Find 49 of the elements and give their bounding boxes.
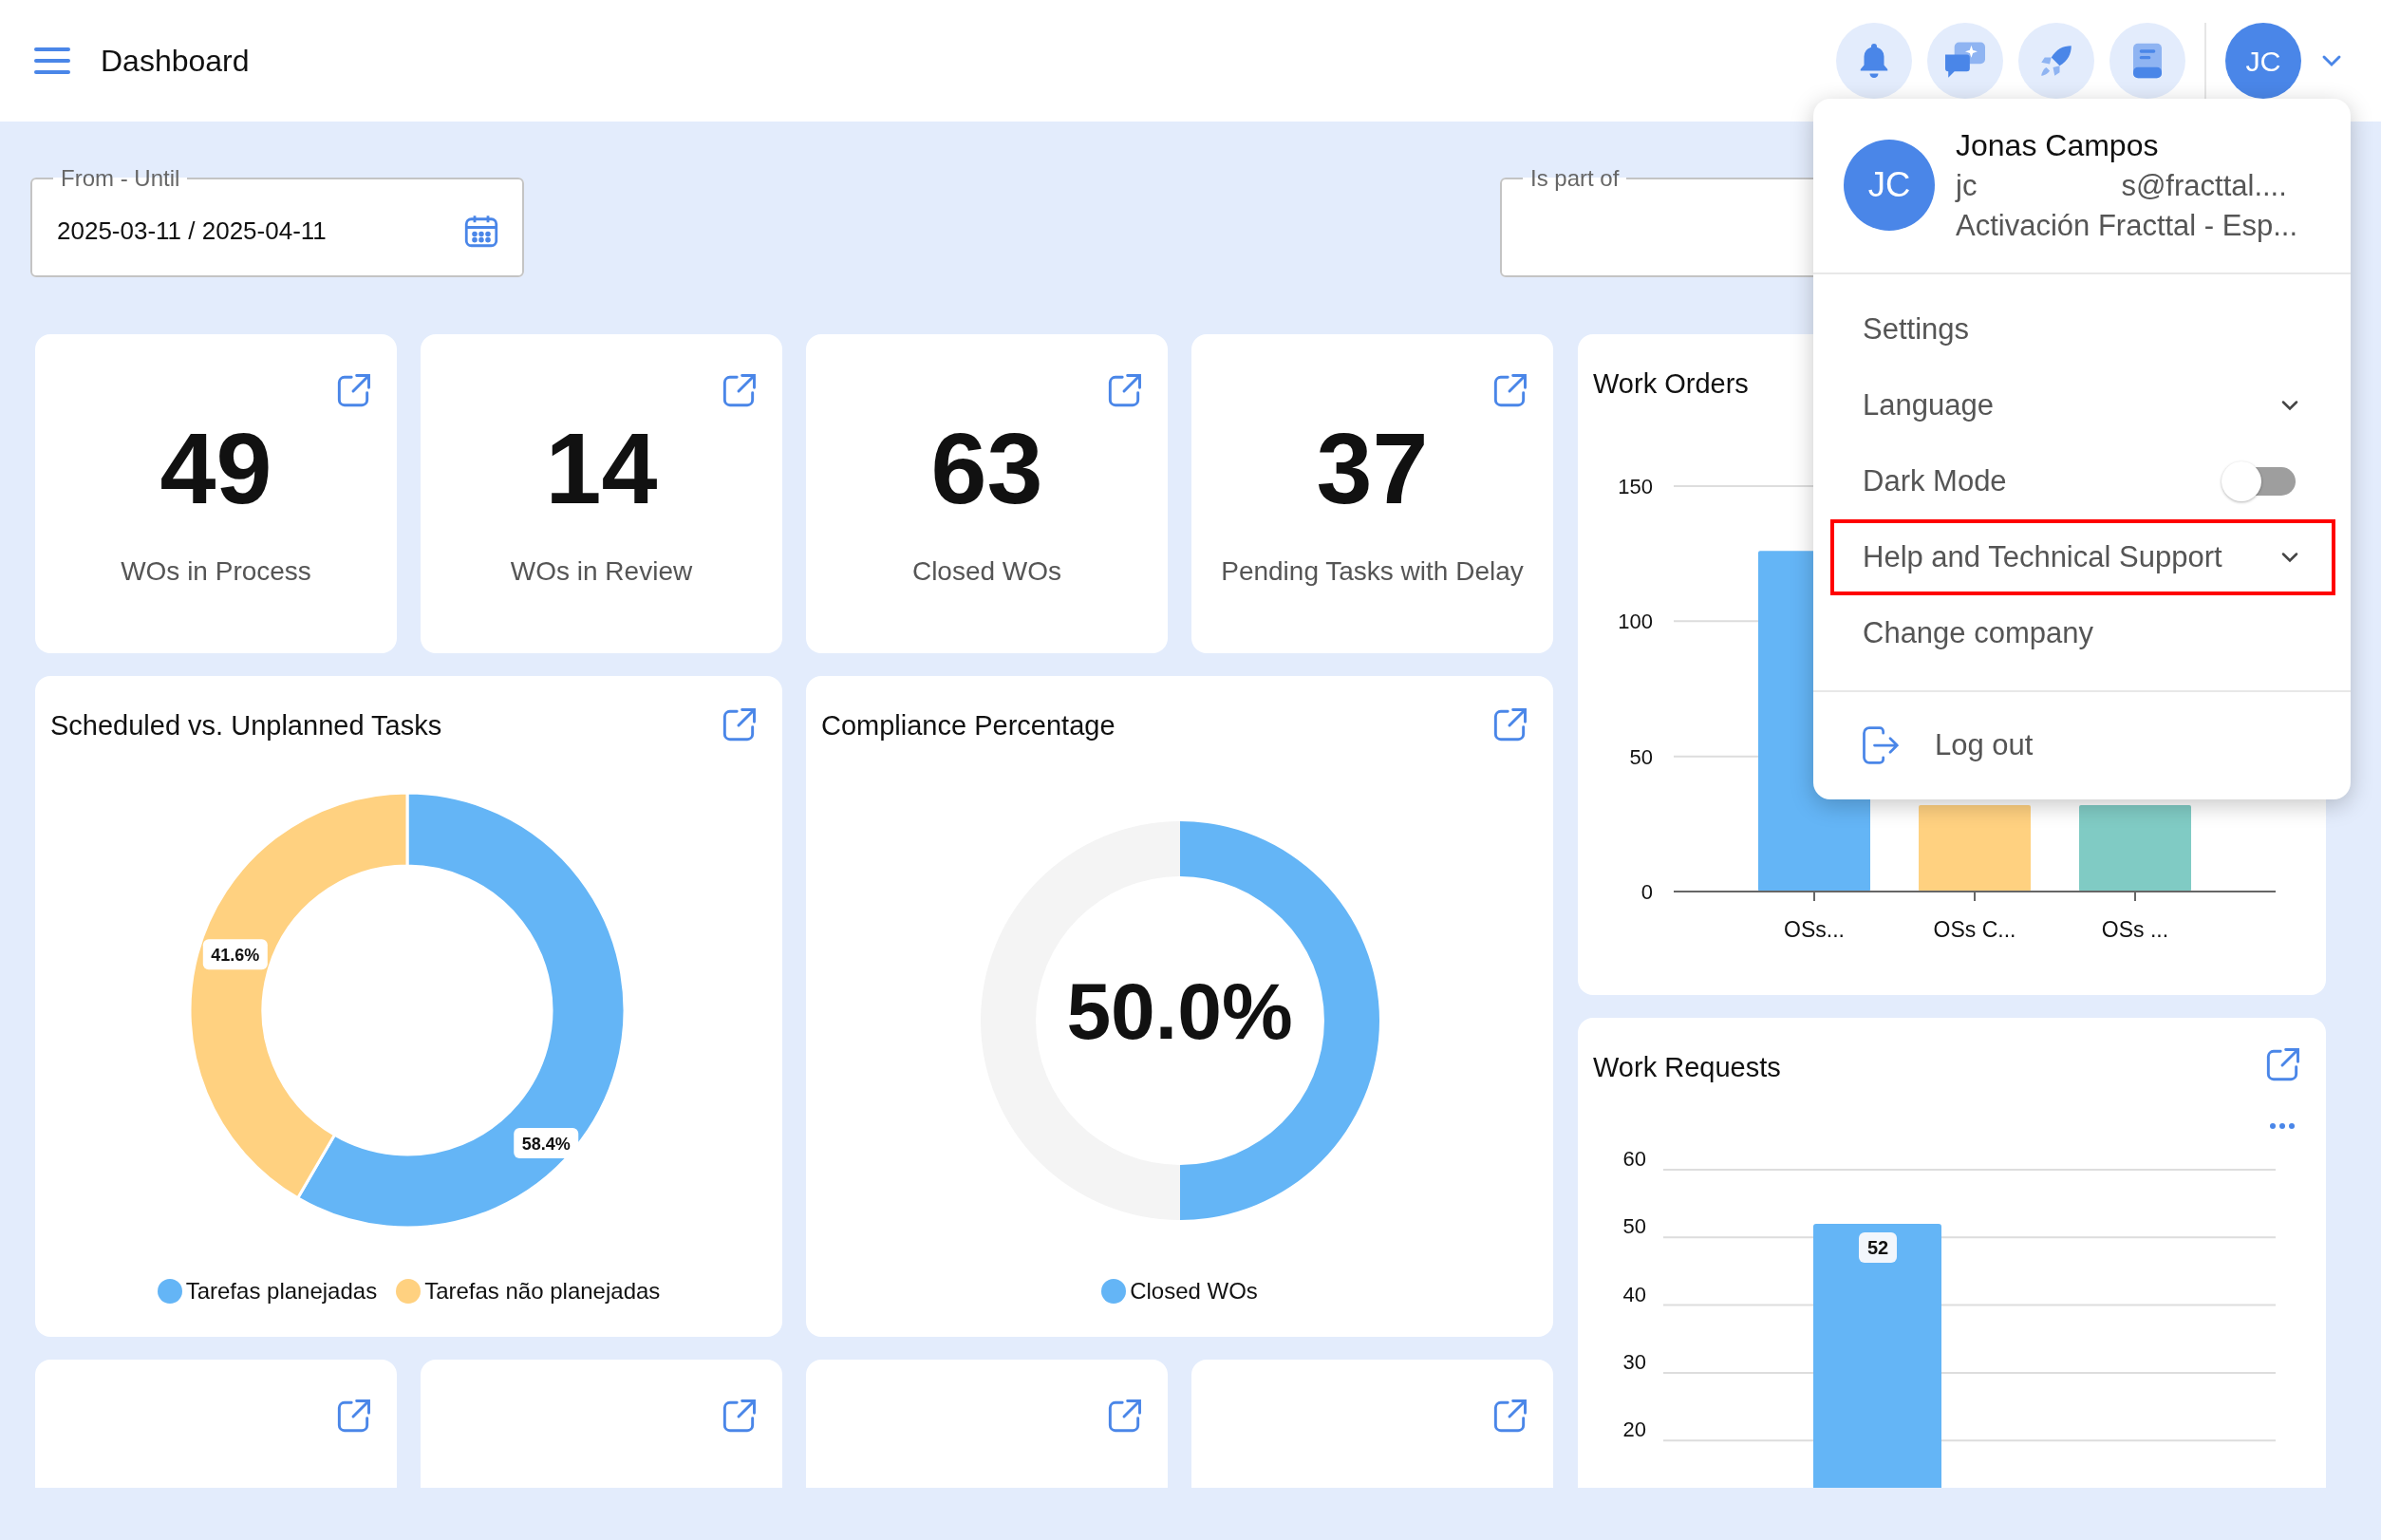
card-title: Scheduled vs. Unplanned Tasks: [50, 710, 442, 742]
kpi-label: Pending Tasks with Delay: [1221, 556, 1524, 587]
kpi-value: 37: [1316, 418, 1429, 518]
axis-tick-label: 0: [1640, 880, 1653, 904]
axis-tick-label: 100: [1618, 610, 1653, 634]
legend-item: Closed WOs: [1101, 1278, 1258, 1305]
kpi-label: WOs in Process: [121, 556, 311, 587]
menu-item[interactable]: Dark Mode: [1830, 442, 2335, 519]
legend-item: Tarefas não planejadas: [396, 1278, 661, 1305]
legend-item: Tarefas planejadas: [157, 1278, 378, 1305]
axis-tick-label: 30: [1622, 1349, 1646, 1374]
kpi-label: WOs in Review: [510, 556, 693, 587]
menu-item[interactable]: Language: [1830, 366, 2335, 443]
card-title: Compliance Percentage: [821, 710, 1116, 742]
menu-item[interactable]: Change company: [1830, 594, 2335, 671]
kpi-value: 63: [930, 418, 1043, 518]
field-label: From - Until: [60, 165, 181, 192]
kpi-value: 14: [545, 418, 658, 518]
page-title: Dashboard: [101, 43, 250, 79]
user-name: Jonas Campos: [1956, 127, 2160, 163]
card-title: Work Orders: [1593, 368, 1749, 400]
kpi-value: 49: [159, 418, 272, 518]
axis-tick-label: 60: [1622, 1147, 1646, 1171]
user-email: jc: [1956, 168, 1978, 203]
value-label: 41.6%: [202, 939, 268, 970]
axis-category-label: OSs...: [1784, 917, 1845, 942]
axis-tick-label: 50: [1622, 1214, 1646, 1239]
axis-tick-label: 50: [1629, 744, 1653, 769]
menu-button[interactable]: [34, 46, 72, 76]
axis-category-label: OSs ...: [2101, 917, 2169, 942]
field-value: 2025-03-11 / 2025-04-11: [57, 216, 327, 246]
user-email: s@fracttal....: [2121, 168, 2287, 203]
more-options-button[interactable]: [2269, 1122, 2296, 1130]
axis-tick-label: 150: [1618, 475, 1653, 498]
axis-category-label: OSs C...: [1933, 917, 2016, 942]
kpi-label: Closed WOs: [911, 556, 1062, 587]
percentage-value: 50.0%: [1065, 966, 1294, 1058]
menu-item[interactable]: Settings: [1830, 291, 2335, 367]
value-label: 52: [1859, 1232, 1897, 1264]
axis-tick-label: 20: [1622, 1418, 1646, 1442]
book-icon: [2131, 42, 2164, 80]
card-title: Work Requests: [1593, 1052, 1781, 1083]
value-label: 58.4%: [514, 1128, 579, 1159]
user-avatar: JC: [1844, 140, 1935, 232]
field-label: Is part of: [1529, 165, 1621, 192]
logout-button[interactable]: Log out: [1813, 691, 2351, 799]
menu-item[interactable]: Help and Technical Support: [1830, 518, 2335, 595]
user-avatar[interactable]: JC: [2225, 23, 2301, 99]
axis-tick-label: 40: [1622, 1282, 1646, 1306]
